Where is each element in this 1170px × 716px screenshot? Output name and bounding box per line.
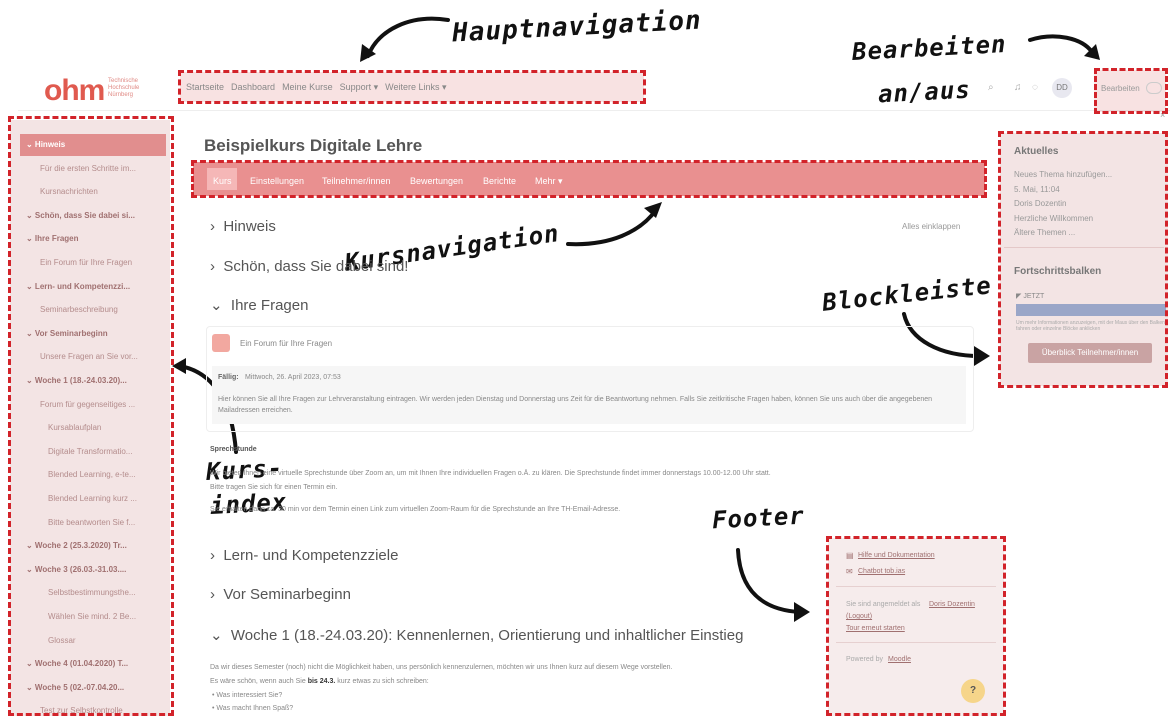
chatbot-link[interactable]: Chatbot tob.ias: [858, 568, 905, 575]
section-lern[interactable]: › Lern- und Kompetenzziele: [210, 547, 398, 564]
progress-hint: Um mehr Informationen anzuzeigen, mit de…: [1016, 320, 1165, 332]
section-fragen[interactable]: ⌄ Ihre Fragen: [210, 296, 308, 314]
news-block-items: Neues Thema hinzufügen... 5. Mai, 11:04 …: [1014, 168, 1112, 241]
section-woche1[interactable]: ⌄ Woche 1 (18.-24.03.20): Kennenlernen, …: [210, 626, 743, 644]
course-index-activity[interactable]: Unsere Fragen an Sie vor...: [40, 352, 158, 361]
course-index: [10, 120, 170, 716]
news-item[interactable]: Neues Thema hinzufügen...: [1014, 168, 1112, 183]
course-index-activity[interactable]: Blended Learning kurz ...: [48, 494, 166, 503]
news-item: Doris Dozentin: [1014, 199, 1067, 208]
course-index-activity[interactable]: Blended Learning, e-te...: [48, 470, 166, 479]
help-link[interactable]: Hilfe und Dokumentation: [858, 552, 935, 559]
forum-link[interactable]: Ein Forum für Ihre Fragen: [240, 339, 332, 348]
course-index-section[interactable]: ⌄ Ihre Fragen: [26, 234, 166, 243]
forum-icon: [212, 334, 230, 352]
tab-einstellungen[interactable]: Einstellungen: [250, 176, 304, 186]
section-schoen[interactable]: › Schön, dass Sie dabei sind!: [210, 258, 408, 275]
footer-divider: [836, 642, 996, 643]
course-index-section[interactable]: ⌄ Hinweis: [26, 140, 166, 149]
logout-link[interactable]: (Logout): [846, 613, 872, 620]
course-index-section[interactable]: ⌄ Woche 1 (18.-24.03.20)...: [26, 376, 166, 385]
help-icon: ▤: [846, 551, 854, 560]
mail-icon: ✉: [846, 567, 853, 576]
news-item[interactable]: Herzliche Willkommen: [1014, 212, 1112, 227]
progress-bar[interactable]: [1016, 304, 1166, 316]
arrowhead: [974, 346, 990, 366]
footer-divider: [836, 586, 996, 587]
section-title: Vor Seminarbeginn: [223, 586, 351, 603]
news-block-title: Aktuelles: [1014, 146, 1059, 157]
course-index-section[interactable]: ⌄ Woche 3 (26.03.-31.03....: [26, 565, 166, 574]
course-index-activity[interactable]: Forum für gegenseitiges ...: [40, 400, 158, 409]
course-index-activity[interactable]: Digitale Transformatio...: [48, 447, 166, 456]
section-title: Woche 1 (18.-24.03.20): Kennenlernen, Or…: [230, 627, 744, 644]
course-index-section[interactable]: ⌄ Schön, dass Sie dabei si...: [26, 211, 166, 220]
course-index-activity[interactable]: Ein Forum für Ihre Fragen: [40, 258, 158, 267]
arrow-course-nav: [566, 208, 658, 247]
course-index-section[interactable]: ⌄ Vor Seminarbeginn: [26, 329, 166, 338]
section-title: Schön, dass Sie dabei sind!: [223, 258, 409, 275]
due-date: Mittwoch, 26. April 2023, 07:53: [245, 374, 341, 381]
course-index-activity[interactable]: Für die ersten Schritte im...: [40, 164, 158, 173]
section-title: Ihre Fragen: [230, 297, 309, 314]
arrowhead: [172, 358, 186, 374]
tab-berichte[interactable]: Berichte: [483, 176, 516, 186]
moodle-link[interactable]: Moodle: [888, 656, 911, 663]
block-divider: [1004, 247, 1164, 248]
office-hours-text-2: Bitte tragen Sie sich für einen Termin e…: [210, 484, 338, 491]
section-vor[interactable]: › Vor Seminarbeginn: [210, 586, 351, 603]
participants-overview-button[interactable]: Überblick Teilnehmer/innen: [1028, 343, 1152, 363]
woche1-text: Da wir dieses Semester (noch) nicht die …: [210, 664, 673, 671]
arrow-edit: [1028, 34, 1094, 54]
course-index-activity[interactable]: Glossar: [48, 636, 166, 645]
course-index-section[interactable]: ⌄ Woche 4 (01.04.2020) T...: [26, 659, 166, 668]
course-index-activity[interactable]: Kursnachrichten: [40, 187, 158, 196]
bullet-1: • Was interessiert Sie?: [212, 692, 283, 699]
tab-teilnehmer[interactable]: Teilnehmer/innen: [322, 176, 391, 186]
due-label: Fällig:: [218, 374, 239, 381]
help-button[interactable]: ?: [961, 679, 985, 703]
course-index-section[interactable]: ⌄ Lern- und Kompetenzzi...: [26, 282, 166, 291]
course-navigation: [193, 162, 985, 196]
section-title: Hinweis: [223, 218, 276, 235]
logged-in-text: Sie sind angemeldet als: [846, 601, 921, 608]
progress-block-title: Fortschrittsbalken: [1014, 266, 1102, 277]
section-hinweis[interactable]: › Hinweis: [210, 218, 276, 235]
woche1-text-2: Es wäre schön, wenn auch Sie bis 24.3. k…: [210, 678, 429, 685]
course-index-activity[interactable]: Seminarbeschreibung: [40, 305, 158, 314]
arrow-footer: [736, 548, 802, 614]
collapse-all-link[interactable]: Alles einklappen: [902, 222, 960, 231]
tab-bewertungen[interactable]: Bewertungen: [410, 176, 463, 186]
course-index-activity[interactable]: Selbstbestimmungsthe...: [48, 588, 166, 597]
office-hours-text-3: Sie erhalten dann ca. 30 min vor dem Ter…: [210, 506, 621, 513]
arrowhead: [794, 602, 810, 622]
close-drawer-icon[interactable]: ×: [1160, 110, 1165, 120]
course-index-section[interactable]: ⌄ Woche 2 (25.3.2020) Tr...: [26, 541, 166, 550]
course-index-activity[interactable]: Test zur Selbstkontrolle: [40, 706, 158, 715]
section-title: Lern- und Kompetenzziele: [223, 547, 399, 564]
page-title: Beispielkurs Digitale Lehre: [204, 136, 423, 155]
forum-description: Hier können Sie all Ihre Fragen zur Lehr…: [218, 396, 933, 414]
powered-by: Powered by: [846, 656, 883, 663]
news-item[interactable]: Ältere Themen ...: [1014, 226, 1112, 241]
course-index-activity[interactable]: Kursablaufplan: [48, 423, 166, 432]
progress-now: ◤ JETZT: [1016, 293, 1045, 300]
user-link[interactable]: Doris Dozentin: [929, 601, 975, 608]
course-index-section[interactable]: ⌄ Woche 5 (02.-07.04.20...: [26, 683, 166, 692]
bullet-2: • Was macht Ihnen Spaß?: [212, 705, 294, 712]
tab-mehr[interactable]: Mehr ▾: [535, 176, 563, 187]
office-hours-title: Sprechstunde: [210, 446, 257, 453]
tab-kurs[interactable]: Kurs: [213, 176, 232, 186]
course-index-activity[interactable]: Wählen Sie mind. 2 Be...: [48, 612, 166, 621]
tour-link[interactable]: Tour erneut starten: [846, 625, 905, 632]
arrow-main-nav: [366, 16, 450, 58]
course-index-activity[interactable]: Bitte beantworten Sie f...: [48, 518, 166, 527]
office-hours-text: Wir bieten Ihnen eine virtuelle Sprechst…: [210, 470, 771, 477]
news-item: 5. Mai, 11:04: [1014, 184, 1060, 194]
